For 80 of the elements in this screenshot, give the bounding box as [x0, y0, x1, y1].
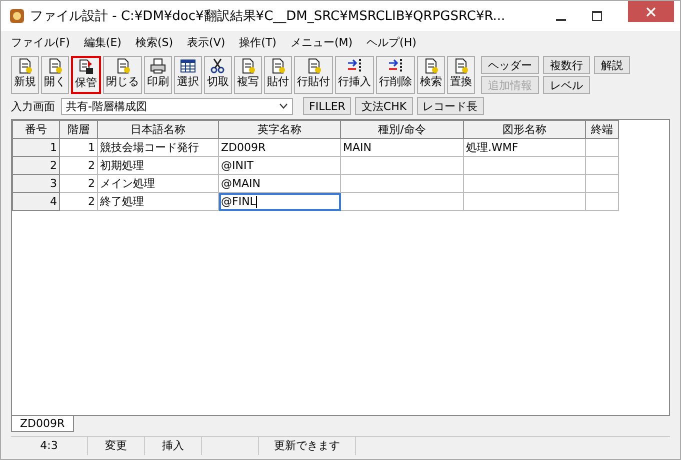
document-icon: [17, 58, 33, 74]
table-cell: メイン処理: [98, 174, 218, 192]
status-text: 挿入: [145, 437, 202, 455]
table-cell: 2: [60, 156, 98, 174]
field-label: 入力画面: [11, 98, 55, 114]
document-icon: [114, 58, 130, 74]
document-icon: [423, 58, 439, 74]
table-cell: 競技会場コード発行: [98, 138, 218, 156]
save-document-icon: [78, 59, 94, 75]
printer-icon: [150, 58, 166, 74]
table-cell: 2: [60, 174, 98, 192]
toolbar-button[interactable]: 複数行: [543, 56, 590, 74]
toolbar-button[interactable]: 行挿入: [335, 56, 374, 94]
menu-item[interactable]: 編集(E): [84, 34, 122, 50]
column-header[interactable]: 日本語名称: [98, 120, 218, 138]
table-cell: 終了処理: [98, 192, 218, 210]
column-header[interactable]: 終端: [586, 120, 618, 138]
toolbar-button[interactable]: 貼付: [264, 56, 292, 94]
toolbar-button[interactable]: 行削除: [376, 56, 415, 94]
menu-item[interactable]: ヘルプ(H): [366, 34, 416, 50]
status-text: 更新できます: [259, 437, 356, 455]
menu-item[interactable]: 操作(T): [239, 34, 276, 50]
table-cell: 初期処理: [98, 156, 218, 174]
toolbar-button[interactable]: 検索: [417, 56, 445, 94]
toolbar-button[interactable]: 選択: [174, 56, 202, 94]
document-icon: [240, 58, 256, 74]
toolbar-button[interactable]: 切取: [204, 56, 232, 94]
toolbar-button[interactable]: FILLER: [303, 97, 352, 115]
toolbar-button[interactable]: 複写: [234, 56, 262, 94]
toolbar-button[interactable]: ヘッダー: [481, 56, 539, 74]
cell-editor[interactable]: @FINL: [218, 192, 340, 210]
document-icon: [47, 58, 63, 74]
status-text: 変更: [88, 437, 145, 455]
column-header[interactable]: 種別/命令: [340, 120, 464, 138]
toolbar-button[interactable]: 行貼付: [294, 56, 333, 94]
table-cell: @MAIN: [218, 174, 340, 192]
toolbar-button[interactable]: 新規: [11, 56, 39, 94]
toolbar-button[interactable]: 閉じる: [103, 56, 142, 94]
sheet-tab[interactable]: ZD009R: [11, 416, 74, 432]
row-header[interactable]: 4: [12, 192, 60, 210]
table-cell: ZD009R: [218, 138, 340, 156]
table-cell: MAIN: [340, 138, 464, 156]
table-cell: 1: [60, 138, 98, 156]
row-header[interactable]: 3: [12, 174, 60, 192]
toolbar-button[interactable]: 文法CHK: [355, 97, 413, 115]
column-header[interactable]: 図形名称: [464, 120, 586, 138]
toolbar-button[interactable]: レベル: [543, 76, 590, 94]
document-icon: [270, 58, 286, 74]
status-text: 4:3: [11, 437, 88, 455]
table-cell: 2: [60, 192, 98, 210]
table-cell: 処理.WMF: [464, 138, 586, 156]
chevron-down-icon: [279, 103, 288, 109]
arrows-icon: [388, 58, 404, 74]
toolbar-button[interactable]: 保管: [71, 56, 101, 94]
close-button[interactable]: [628, 1, 674, 22]
document-icon: [453, 58, 469, 74]
maximize-icon[interactable]: [592, 11, 602, 21]
row-header[interactable]: 1: [12, 138, 60, 156]
toolbar-button[interactable]: 解説: [594, 56, 630, 74]
scissors-icon: [210, 58, 226, 74]
screen-dropdown[interactable]: 共有-階層構成図: [61, 98, 293, 114]
toolbar-button[interactable]: レコード長: [416, 97, 484, 115]
arrows-icon: [346, 58, 362, 74]
menu-item[interactable]: メニュー(M): [290, 34, 353, 50]
row-header[interactable]: 2: [12, 156, 60, 174]
toolbar-button[interactable]: 開く: [41, 56, 69, 94]
toolbar-button[interactable]: 置換: [447, 56, 475, 94]
toolbar-button[interactable]: 印刷: [144, 56, 172, 94]
window-title: ファイル設計 - C:¥DM¥doc¥翻訳結果¥C__DM_SRC¥MSRCLIB¥QRPGSRC¥R...: [30, 8, 506, 25]
column-header[interactable]: 階層: [60, 120, 98, 138]
app-icon: [9, 8, 25, 24]
table-cell: @INIT: [218, 156, 340, 174]
menu-item[interactable]: 検索(S): [135, 34, 174, 50]
column-header[interactable]: 英字名称: [218, 120, 340, 138]
document-icon: [306, 58, 322, 74]
menu-item[interactable]: 表示(V): [187, 34, 226, 50]
close-icon: [646, 6, 656, 16]
menu-item[interactable]: ファイル(F): [11, 34, 70, 50]
column-header[interactable]: 番号: [12, 120, 60, 138]
grid-icon: [180, 58, 196, 74]
